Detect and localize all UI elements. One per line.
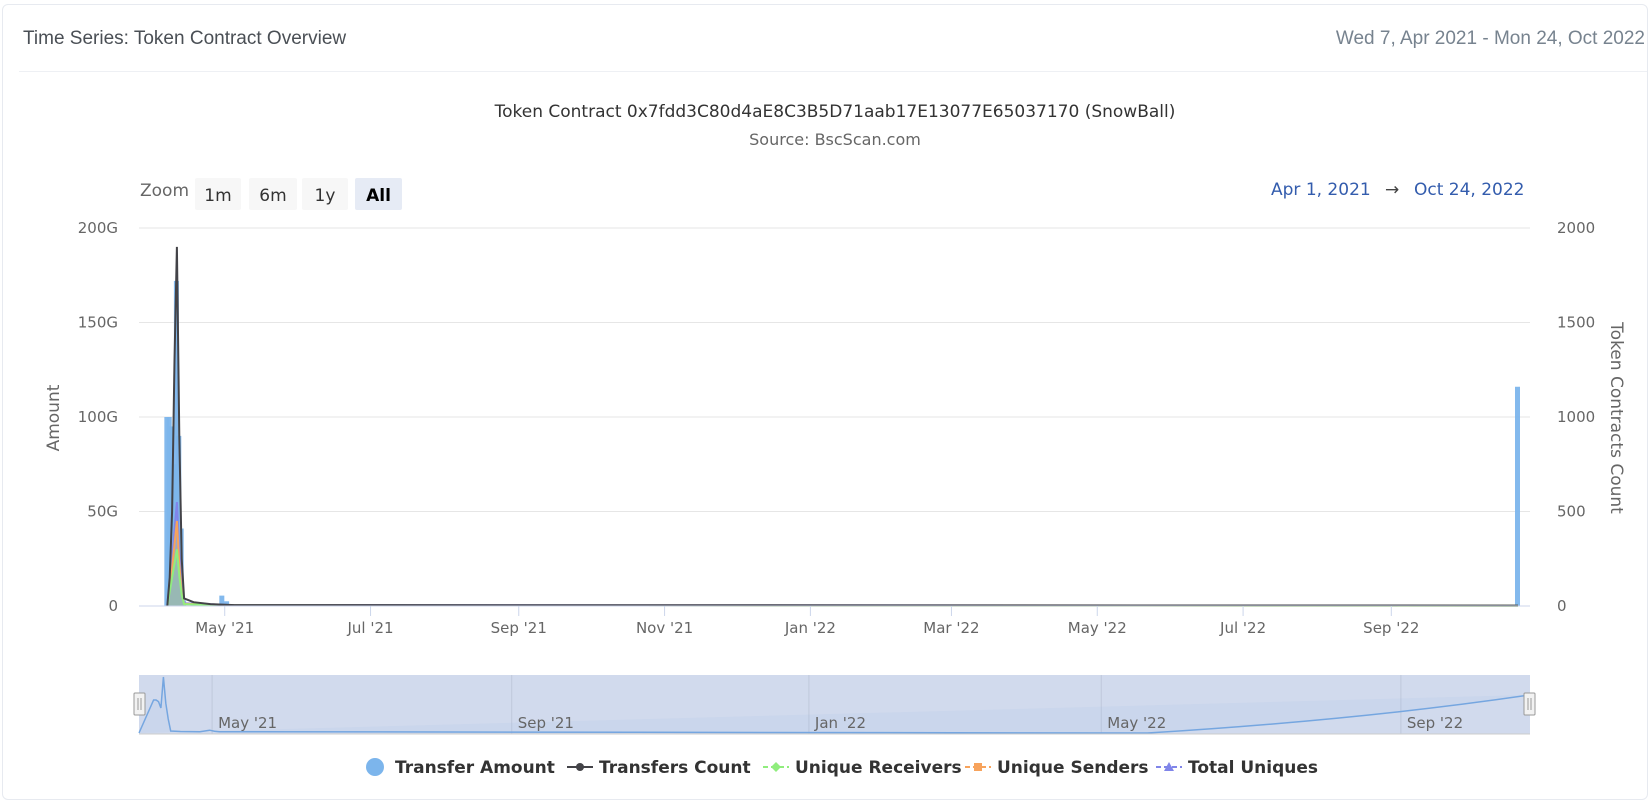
navigator-tick-label: Sep '21 [518,714,574,732]
navigator-tick-label: Jan '22 [814,714,866,732]
x-tick-label: May '22 [1068,619,1127,637]
y-axis-title-left: Amount [44,384,64,451]
transfers-count-line[interactable] [166,246,1519,607]
x-tick-label: Jul '22 [1219,619,1266,637]
unique-senders-line[interactable] [166,520,1519,607]
navigator-handle-left[interactable] [133,692,146,716]
navigator-tick-label: May '22 [1107,714,1166,732]
legend-symbol [974,763,982,771]
x-tick-label: Jul '21 [347,619,394,637]
unique-receivers-area [167,549,1518,606]
legend-label: Unique Senders [997,758,1149,778]
unique-receivers-line[interactable] [166,549,1519,607]
navigator-tick-label: May '21 [218,714,277,732]
legend-symbol [576,763,584,771]
transfer-amount-bar[interactable] [1515,386,1520,606]
y-tick-label-left: 100G [78,408,118,426]
y-tick-label-right: 500 [1557,503,1586,521]
legend-label: Transfer Amount [395,758,555,778]
y-tick-label-left: 200G [78,219,118,237]
x-tick-label: May '21 [195,619,254,637]
chart-subtitle: Source: BscScan.com [749,130,921,149]
legend-label: Total Uniques [1188,758,1318,778]
legend-label: Transfers Count [599,758,751,778]
y-tick-label-right: 1000 [1557,408,1595,426]
legend-item-transfer-amount[interactable]: Transfer Amount [366,758,555,778]
navigator-handle-right[interactable] [1523,692,1536,716]
x-tick-label: Nov '21 [636,619,693,637]
zoom-button-6m[interactable]: 6m [249,178,297,210]
legend-item-transfers-count[interactable]: Transfers Count [567,758,751,778]
svg-text:1y: 1y [315,186,336,206]
navigator-tick-label: Sep '22 [1407,714,1463,732]
x-tick-label: Sep '22 [1363,619,1419,637]
y-tick-label-right: 2000 [1557,219,1595,237]
svg-text:1m: 1m [204,186,231,206]
y-tick-label-left: 150G [78,314,118,332]
total-uniques-line[interactable] [166,502,1519,607]
y-tick-label-left: 0 [108,597,118,615]
svg-text:All: All [366,186,391,206]
y-tick-label-right: 1500 [1557,314,1595,332]
legend-item-unique-senders[interactable]: Unique Senders [965,758,1149,778]
range-from[interactable]: Apr 1, 2021 [1271,180,1371,200]
total-uniques-area [167,502,1518,606]
legend-symbol [771,762,781,772]
zoom-button-1m[interactable]: 1m [195,178,241,210]
y-axis-title-right: Token Contracts Count [1606,321,1626,514]
legend-item-unique-receivers[interactable]: Unique Receivers [763,758,962,778]
x-tick-label: Sep '21 [491,619,547,637]
unique-senders-area [167,521,1518,606]
range-arrow: → [1385,180,1399,200]
legend-symbol [366,758,384,776]
y-tick-label-right: 0 [1557,597,1567,615]
legend-item-total-uniques[interactable]: Total Uniques [1156,758,1318,778]
zoom-button-1y[interactable]: 1y [302,178,348,210]
zoom-label: Zoom [140,181,189,201]
range-to[interactable]: Oct 24, 2022 [1414,180,1525,200]
zoom-button-all[interactable]: All [355,178,402,210]
legend-label: Unique Receivers [795,758,962,778]
y-tick-label-left: 50G [87,503,118,521]
x-tick-label: Mar '22 [923,619,979,637]
chart-title: Token Contract 0x7fdd3C80d4aE8C3B5D71aab… [494,102,1176,122]
chart-svg: Token Contract 0x7fdd3C80d4aE8C3B5D71aab… [44,102,1626,778]
svg-text:6m: 6m [259,186,286,206]
x-tick-label: Jan '22 [784,619,836,637]
